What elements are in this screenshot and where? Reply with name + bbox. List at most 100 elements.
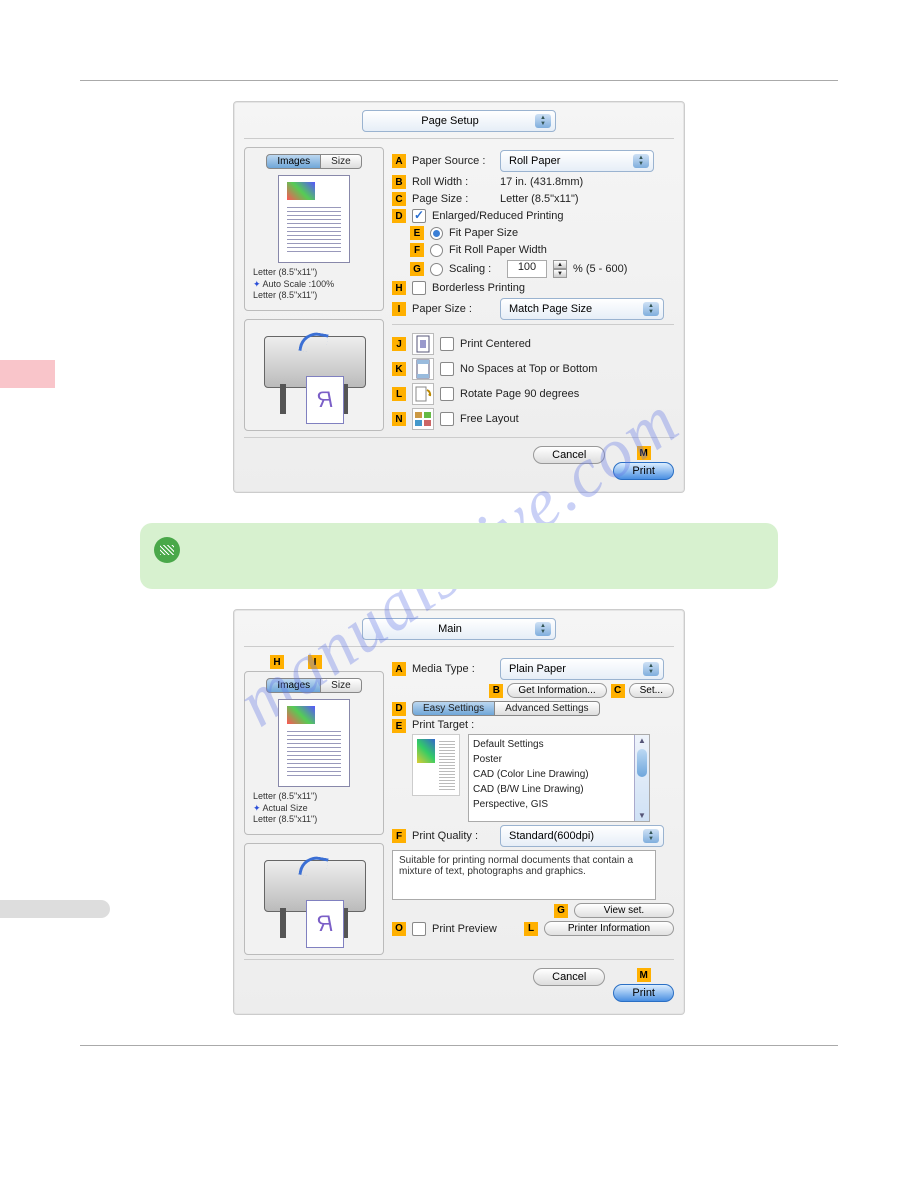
scaling-range: % (5 - 600): [573, 263, 627, 275]
marker-g: G: [410, 262, 424, 276]
marker-a2: A: [392, 662, 406, 676]
note-icon: [154, 537, 180, 563]
cancel-button[interactable]: Cancel: [533, 446, 605, 464]
marker-m2: M: [637, 968, 651, 982]
caption-paper-size: Letter (8.5"x11"): [253, 290, 375, 302]
media-type-select[interactable]: Plain Paper: [500, 658, 664, 680]
no-spaces-icon: [412, 358, 434, 380]
fit-roll-width-label: Fit Roll Paper Width: [449, 244, 547, 256]
no-spaces-label: No Spaces at Top or Bottom: [460, 363, 597, 375]
target-thumbnail: [412, 734, 460, 796]
marker-o2: O: [392, 922, 406, 936]
set-button[interactable]: Set...: [629, 683, 674, 698]
print-button-2[interactable]: Print: [613, 984, 674, 1002]
list-item[interactable]: Poster: [473, 752, 645, 767]
list-item[interactable]: Default Settings: [473, 737, 645, 752]
caption-scale: Auto Scale :100%: [263, 279, 335, 289]
tab-images[interactable]: Images: [266, 154, 321, 169]
get-information-button[interactable]: Get Information...: [507, 683, 606, 698]
print-target-label: Print Target :: [412, 719, 674, 731]
marker-i: I: [392, 302, 406, 316]
paper-source-label: Paper Source :: [412, 155, 494, 167]
marker-d2: D: [392, 702, 406, 716]
paper-size-label: Paper Size :: [412, 303, 494, 315]
marker-f2: F: [392, 829, 406, 843]
scaling-input[interactable]: 100: [507, 260, 547, 278]
no-spaces-checkbox[interactable]: [440, 362, 454, 376]
print-quality-label: Print Quality :: [412, 830, 494, 842]
marker-f: F: [410, 243, 424, 257]
scrollbar[interactable]: [634, 735, 649, 821]
enlarged-reduced-checkbox[interactable]: [412, 209, 426, 223]
scrollbar-thumb[interactable]: [637, 749, 647, 777]
marker-b2: B: [489, 684, 503, 698]
tab-images-2[interactable]: Images: [266, 678, 321, 693]
caption-scale-2: Actual Size: [263, 803, 308, 813]
easy-settings-tab[interactable]: Easy Settings: [412, 701, 495, 716]
page-setup-panel: Page Setup Images Size Letter (8.5"x11")…: [233, 101, 685, 493]
page-thumbnail: [278, 175, 350, 263]
cancel-button-2[interactable]: Cancel: [533, 968, 605, 986]
marker-c: C: [392, 192, 406, 206]
marker-h: H: [392, 281, 406, 295]
view-set-button[interactable]: View set.: [574, 903, 674, 918]
list-item[interactable]: Perspective, GIS: [473, 797, 645, 812]
fit-paper-size-label: Fit Paper Size: [449, 227, 518, 239]
free-layout-label: Free Layout: [460, 413, 519, 425]
page-thumbnail-2: [278, 699, 350, 787]
free-layout-icon: [412, 408, 434, 430]
print-preview-checkbox[interactable]: [412, 922, 426, 936]
marker-b: B: [392, 175, 406, 189]
marker-c2: C: [611, 684, 625, 698]
side-tab-grey: [0, 900, 110, 918]
marker-d: D: [392, 209, 406, 223]
advanced-settings-tab[interactable]: Advanced Settings: [495, 701, 599, 716]
fit-paper-size-radio[interactable]: [430, 227, 443, 240]
list-item[interactable]: CAD (Color Line Drawing): [473, 767, 645, 782]
marker-m: M: [637, 446, 651, 460]
paper-size-select[interactable]: Match Page Size: [500, 298, 664, 320]
rotate-90-label: Rotate Page 90 degrees: [460, 388, 579, 400]
tab-size[interactable]: Size: [321, 154, 361, 169]
caption-paper-size-2: Letter (8.5"x11"): [253, 814, 375, 826]
rotate-90-checkbox[interactable]: [440, 387, 454, 401]
paper-source-select[interactable]: Roll Paper: [500, 150, 654, 172]
marker-l2: L: [524, 922, 538, 936]
borderless-checkbox[interactable]: [412, 281, 426, 295]
marker-e2: E: [392, 719, 406, 733]
printer-information-button[interactable]: Printer Information: [544, 921, 674, 936]
marker-h2: H: [270, 655, 284, 669]
chevron-updown-icon: [535, 114, 551, 128]
media-type-label: Media Type :: [412, 663, 494, 675]
fit-roll-width-radio[interactable]: [430, 244, 443, 257]
print-preview-label: Print Preview: [432, 923, 497, 935]
printer-illustration-box-2: R: [244, 843, 384, 955]
pane-selector[interactable]: Page Setup: [362, 110, 556, 132]
pane-selector-label: Page Setup: [371, 115, 529, 127]
scaling-radio[interactable]: [430, 263, 443, 276]
marker-j: J: [392, 337, 406, 351]
print-centered-label: Print Centered: [460, 338, 531, 350]
print-centered-checkbox[interactable]: [440, 337, 454, 351]
list-item[interactable]: CAD (B/W Line Drawing): [473, 782, 645, 797]
print-quality-select[interactable]: Standard(600dpi): [500, 825, 664, 847]
caption-page-size-2: Letter (8.5"x11"): [253, 791, 375, 803]
marker-i2: I: [308, 655, 322, 669]
print-button[interactable]: Print: [613, 462, 674, 480]
marker-n: N: [392, 412, 406, 426]
pane-selector-main[interactable]: Main: [362, 618, 556, 640]
printer-illustration-box: R: [244, 319, 384, 431]
chevron-updown-icon: [633, 154, 649, 168]
rotate-90-icon: [412, 383, 434, 405]
settings-segment[interactable]: Easy Settings Advanced Settings: [412, 701, 600, 716]
scaling-stepper[interactable]: ▲▼: [553, 260, 567, 278]
print-target-list[interactable]: Default Settings Poster CAD (Color Line …: [468, 734, 650, 822]
scaling-label: Scaling :: [449, 263, 501, 275]
free-layout-checkbox[interactable]: [440, 412, 454, 426]
enlarged-reduced-label: Enlarged/Reduced Printing: [432, 210, 563, 222]
page-size-label: Page Size :: [412, 193, 494, 205]
chevron-updown-icon: [535, 622, 551, 636]
preview-tabbox: Images Size Letter (8.5"x11") ✦ Auto Sca…: [244, 147, 384, 311]
chevron-updown-icon: [643, 829, 659, 843]
tab-size-2[interactable]: Size: [321, 678, 361, 693]
